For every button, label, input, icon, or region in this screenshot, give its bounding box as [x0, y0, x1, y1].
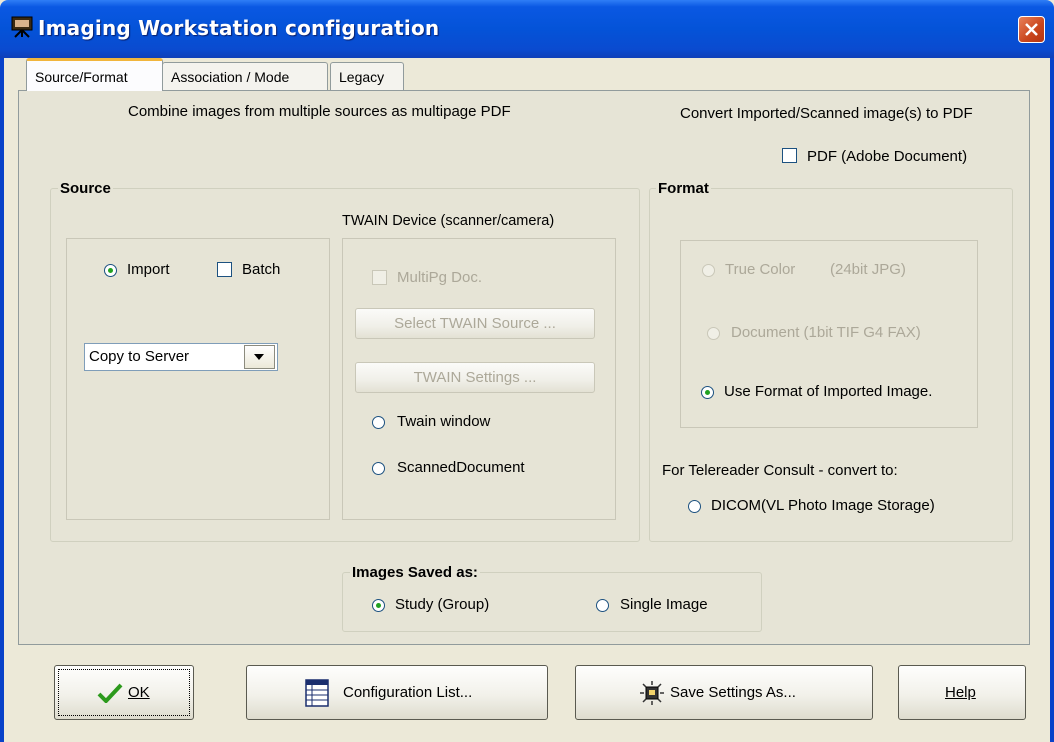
tab-legacy[interactable]: Legacy	[330, 62, 404, 90]
close-icon	[1025, 23, 1038, 36]
help-label: Help	[945, 684, 976, 701]
checkmark-icon	[97, 683, 123, 703]
save-settings-label: Save Settings As...	[670, 684, 796, 701]
ok-label: OK	[128, 684, 150, 701]
import-label: Import	[127, 261, 170, 278]
multipg-label: MultiPg Doc.	[397, 269, 483, 286]
document-radio[interactable]	[707, 327, 720, 340]
convert-text: Convert Imported/Scanned image(s) to PDF	[680, 105, 973, 122]
telereader-text: For Telereader Consult - convert to:	[662, 462, 898, 479]
twain-caption: TWAIN Device (scanner/camera)	[342, 213, 555, 229]
combine-text: Combine images from multiple sources as …	[128, 103, 511, 120]
save-settings-icon	[640, 681, 664, 705]
list-icon	[305, 679, 329, 707]
true-color-label: True Color	[725, 261, 796, 278]
scanned-document-label: ScannedDocument	[397, 459, 525, 476]
use-format-label: Use Format of Imported Image.	[724, 383, 933, 400]
configuration-list-label: Configuration List...	[343, 684, 473, 701]
tab-association-mode[interactable]: Association / Mode	[162, 62, 328, 90]
saved-as-title: Images Saved as:	[350, 564, 480, 581]
study-radio[interactable]	[372, 599, 385, 612]
import-radio[interactable]	[104, 264, 117, 277]
batch-checkbox[interactable]	[217, 262, 232, 277]
single-image-radio[interactable]	[596, 599, 609, 612]
true-color-radio[interactable]	[702, 264, 715, 277]
window-frame-right	[1050, 58, 1054, 742]
window-title: Imaging Workstation configuration	[38, 16, 440, 40]
chevron-down-icon	[254, 354, 264, 360]
import-panel	[66, 238, 330, 520]
dicom-label: DICOM(VL Photo Image Storage)	[711, 497, 935, 514]
pdf-checkbox[interactable]	[782, 148, 797, 163]
tab-source-format[interactable]: Source/Format	[26, 58, 163, 91]
document-label: Document (1bit TIF G4 FAX)	[731, 324, 921, 341]
close-button[interactable]	[1018, 16, 1045, 43]
ok-button[interactable]: OK	[54, 665, 194, 720]
configuration-list-button[interactable]: Configuration List...	[246, 665, 548, 720]
twain-window-radio[interactable]	[372, 416, 385, 429]
use-format-radio[interactable]	[701, 386, 714, 399]
twain-window-label: Twain window	[397, 413, 491, 430]
dropdown-arrow-button[interactable]	[244, 345, 275, 369]
single-image-label: Single Image	[620, 596, 708, 613]
dropdown-value: Copy to Server	[89, 348, 190, 365]
source-title: Source	[58, 180, 113, 197]
pdf-label: PDF (Adobe Document)	[807, 148, 968, 165]
camera-icon	[11, 16, 33, 38]
batch-label: Batch	[242, 261, 281, 278]
true-color-detail: (24bit JPG)	[830, 261, 906, 278]
dicom-radio[interactable]	[688, 500, 701, 513]
save-settings-button[interactable]: Save Settings As...	[575, 665, 873, 720]
twain-settings-button[interactable]: TWAIN Settings ...	[355, 362, 595, 393]
select-twain-source-button[interactable]: Select TWAIN Source ...	[355, 308, 595, 339]
help-button[interactable]: Help	[898, 665, 1026, 720]
scanned-document-radio[interactable]	[372, 462, 385, 475]
study-label: Study (Group)	[395, 596, 490, 613]
window-frame-left	[0, 58, 4, 742]
format-title: Format	[656, 180, 711, 197]
multipg-checkbox[interactable]	[372, 270, 387, 285]
